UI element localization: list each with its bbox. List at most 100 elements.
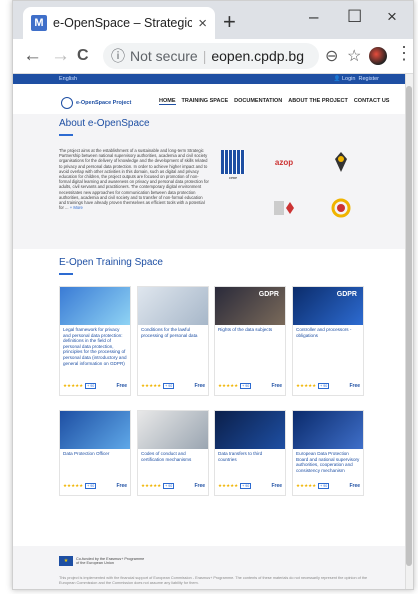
close-window-button[interactable]: × (387, 7, 397, 27)
training-heading: E-Open Training Space (59, 257, 163, 268)
menu-item-contact[interactable]: CONTACT US (354, 98, 390, 105)
rating-stars-icon: ★★★★★ (296, 383, 317, 388)
about-body: The project aims at the establishment of… (59, 148, 209, 211)
course-price: Free (116, 383, 127, 389)
scrollbar-thumb[interactable] (406, 86, 412, 566)
tab-close-icon[interactable]: × (198, 15, 207, 32)
review-count: + 90 (85, 383, 97, 389)
register-link[interactable]: Register (359, 76, 379, 82)
course-title[interactable]: Data transfers to third countries (218, 451, 282, 462)
partner-logo-university (331, 150, 351, 174)
new-tab-button[interactable]: + (223, 9, 236, 35)
browser-tab[interactable]: M e-OpenSpace – Strategic Partners × (23, 7, 215, 39)
course-card[interactable]: GDPR Controller and processors - obligati… (292, 286, 364, 396)
review-count: + 90 (163, 383, 175, 389)
course-card[interactable]: Legal framework for privacy and personal… (59, 286, 131, 396)
login-link[interactable]: Login (342, 76, 355, 82)
not-secure-label: Not secure (130, 48, 198, 64)
course-price: Free (349, 383, 360, 389)
rating-stars-icon: ★★★★★ (218, 383, 239, 388)
address-toolbar: ← → C ⓘ Not secure | eopen.cpdp.bg ⊖ ☆ ⋮ (13, 39, 413, 74)
course-card[interactable]: Codes of conduct and certification mecha… (137, 410, 209, 496)
partner-logo-emblem (271, 196, 301, 220)
course-image[interactable]: GDPR (215, 287, 285, 325)
info-icon[interactable]: ⓘ (111, 46, 125, 66)
course-price: Free (194, 483, 205, 489)
auth-links: 👤 Login Register (333, 76, 379, 82)
menu-item-documentation[interactable]: DOCUMENTATION (234, 98, 282, 105)
review-count: + 90 (318, 383, 330, 389)
course-card[interactable]: GDPR Rights of the data subjects ★★★★★ + 90… (214, 286, 286, 396)
url-text[interactable]: eopen.cpdp.bg (211, 48, 304, 64)
menu-item-home[interactable]: HOME (159, 98, 176, 105)
eu-flag-icon: ★ (59, 556, 73, 566)
review-count: + 90 (85, 483, 97, 489)
minimize-button[interactable]: – (309, 7, 318, 27)
course-price: Free (349, 483, 360, 489)
browser-window: M e-OpenSpace – Strategic Partners × + –… (12, 0, 414, 590)
eu-logo-text: Co-funded by the Erasmus+ Programme of t… (76, 557, 145, 565)
maximize-button[interactable]: ☐ (347, 7, 362, 27)
rating-stars-icon: ★★★★★ (296, 483, 317, 488)
course-image[interactable] (215, 411, 285, 449)
course-card[interactable]: Data Protection Officer ★★★★★ + 90 Free (59, 410, 131, 496)
partner-logo-circle (329, 196, 353, 220)
course-title[interactable]: Codes of conduct and certification mecha… (141, 451, 205, 462)
review-count: + 90 (240, 483, 252, 489)
rating-stars-icon: ★★★★★ (141, 483, 162, 488)
rating-stars-icon: ★★★★★ (141, 383, 162, 388)
scrollbar[interactable] (405, 74, 413, 589)
menu-item-training-space[interactable]: TRAINING SPACE (182, 98, 229, 105)
site-logo[interactable]: e-OpenSpace Project (61, 97, 131, 109)
partner-logo-azop: azop (274, 157, 294, 167)
address-bar[interactable]: ⓘ Not secure | eopen.cpdp.bg (103, 43, 319, 69)
site-header: e-OpenSpace Project HOME TRAINING SPACE … (13, 84, 405, 114)
bookmark-star-icon[interactable]: ☆ (347, 46, 361, 66)
more-link[interactable]: + More (70, 205, 83, 210)
course-title[interactable]: Controller and processors - obligations (296, 327, 360, 338)
back-button[interactable]: ← (23, 45, 42, 67)
course-footer: ★★★★★ + 90 Free (296, 483, 360, 489)
course-footer: ★★★★★ + 90 Free (63, 483, 127, 489)
course-title[interactable]: Legal framework for privacy and personal… (63, 327, 127, 366)
course-card[interactable]: Conditions for the lawful processing of … (137, 286, 209, 396)
reload-button[interactable]: C (77, 47, 89, 65)
course-image[interactable] (293, 411, 363, 449)
course-image[interactable]: GDPR (293, 287, 363, 325)
course-footer: ★★★★★ + 90 Free (63, 383, 127, 389)
menu-item-about[interactable]: ABOUT THE PROJECT (288, 98, 348, 105)
profile-avatar[interactable] (369, 47, 387, 65)
partner-logo-cpdp: CPDP (221, 150, 245, 180)
course-card[interactable]: Data transfers to third countries ★★★★★ + … (214, 410, 286, 496)
rating-stars-icon: ★★★★★ (63, 483, 84, 488)
zoom-icon[interactable]: ⊖ (325, 46, 338, 66)
course-price: Free (271, 383, 282, 389)
forward-button[interactable]: → (51, 45, 70, 67)
site-favicon-icon: M (31, 15, 47, 31)
review-count: + 90 (240, 383, 252, 389)
training-heading-underline (59, 273, 73, 275)
rating-stars-icon: ★★★★★ (218, 483, 239, 488)
course-image[interactable] (138, 287, 208, 325)
course-title[interactable]: Data Protection Officer (63, 451, 127, 457)
tab-bar: M e-OpenSpace – Strategic Partners × + –… (13, 1, 413, 39)
language-selector[interactable]: English (59, 76, 77, 82)
course-image[interactable] (60, 287, 130, 325)
menu-kebab-icon[interactable]: ⋮ (395, 43, 413, 64)
course-image-label: GDPR (336, 291, 357, 298)
course-image[interactable] (138, 411, 208, 449)
course-title[interactable]: European Data Protection Board and natio… (296, 451, 360, 473)
course-title[interactable]: Rights of the data subjects (218, 327, 282, 333)
main-menu: HOME TRAINING SPACE DOCUMENTATION ABOUT … (159, 98, 389, 105)
web-page: English 👤 Login Register e-OpenSpace Pro… (13, 74, 413, 589)
course-card[interactable]: European Data Protection Board and natio… (292, 410, 364, 496)
about-section: About e-OpenSpace The project aims at th… (13, 114, 405, 249)
course-title[interactable]: Conditions for the lawful processing of … (141, 327, 205, 338)
course-image[interactable] (60, 411, 130, 449)
eu-logo: ★ Co-funded by the Erasmus+ Programme of… (59, 556, 146, 566)
top-strip: English 👤 Login Register (13, 74, 405, 84)
course-footer: ★★★★★ + 90 Free (141, 383, 205, 389)
partner-logo-cpdp-label: CPDP (228, 176, 238, 180)
site-footer: ★ Co-funded by the Erasmus+ Programme of… (13, 546, 405, 589)
logo-text: e-OpenSpace Project (76, 100, 132, 106)
